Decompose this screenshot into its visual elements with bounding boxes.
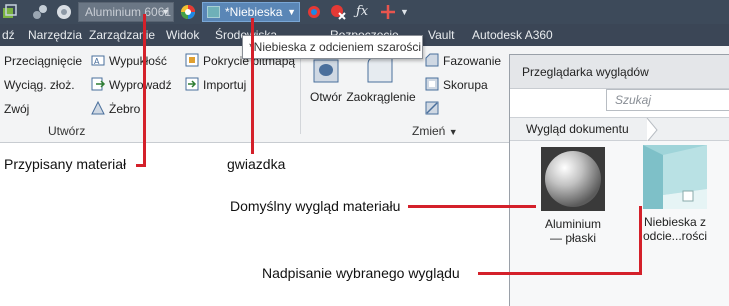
browser-title: Przeglądarka wyglądów [522, 65, 649, 79]
sculpt-icon[interactable] [32, 4, 48, 20]
appearance-swatch-icon [207, 6, 220, 18]
breadcrumb-label: Wygląd dokumentu [526, 122, 629, 136]
appearance-tile-label-line1: Aluminium [544, 217, 601, 231]
appearance-tile-blue[interactable]: Niebieska z odcie...rości [630, 145, 720, 243]
decal-icon [184, 52, 200, 68]
import-button[interactable]: Importuj [184, 76, 246, 92]
fillet-button[interactable]: Zaokrąglenie [346, 54, 416, 104]
globe-icon[interactable] [56, 4, 72, 20]
chevron-down-icon: ▼ [287, 7, 296, 17]
adjust-icon[interactable] [306, 4, 322, 20]
annotation-line-material-vertical [143, 14, 146, 166]
split-icon [424, 100, 440, 116]
chevron-down-icon: ▼ [161, 7, 170, 17]
group-label-modify: Zmień ▼ [412, 124, 458, 138]
annotation-line-asterisk [251, 18, 254, 154]
appearance-browser-panel: Przeglądarka wyglądów Szukaj Wygląd doku… [509, 54, 729, 306]
tab-autodesk-a360[interactable]: Autodesk A360 [472, 28, 553, 42]
svg-text:A: A [94, 57, 100, 66]
appearance-value: *Niebieska [225, 5, 283, 19]
fx-icon[interactable]: ƒx [356, 4, 372, 20]
appearance-tile-label-line2: odcie...rości [642, 229, 708, 243]
tab-view[interactable]: Widok [166, 28, 199, 42]
appearance-thumbnails: Aluminium — płaski Niebieska z odcie...r… [510, 141, 729, 306]
material-dropdown[interactable]: Aluminium 6061 ▼ [78, 2, 174, 22]
customize-icon[interactable]: ▼ [400, 4, 416, 20]
chamfer-button[interactable]: Fazowanie [424, 52, 501, 68]
shell-icon [424, 76, 440, 92]
search-input[interactable]: Szukaj [606, 89, 729, 111]
appearance-tile-label-line2: — płaski [549, 231, 596, 245]
browser-title-bar: Przeglądarka wyglądów [510, 55, 729, 89]
import-label: Importuj [203, 78, 247, 92]
annotation-line-override-horizontal [478, 272, 642, 275]
appearance-tile-aluminium[interactable]: Aluminium — płaski [528, 147, 618, 245]
coil-button[interactable]: Zwój [4, 102, 29, 116]
appearance-tooltip: *Niebieska z odcieniem szarości [242, 35, 423, 59]
appearance-tile-label-line1: Niebieska z [643, 215, 707, 229]
tab-model[interactable]: dź [2, 28, 15, 42]
shell-label: Skorupa [443, 78, 488, 92]
blue-room-preview-icon [643, 145, 707, 209]
hole-button[interactable]: Otwór [306, 54, 346, 104]
annotation-assigned-material: Przypisany materiał [4, 156, 127, 172]
rib-icon [90, 100, 106, 116]
fillet-label: Zaokrąglenie [346, 90, 416, 104]
breadcrumb[interactable]: Wygląd dokumentu [510, 117, 729, 142]
project-icon[interactable] [2, 4, 18, 20]
annotation-line-override-vertical [639, 206, 642, 274]
tab-tools[interactable]: Narzędzia [28, 28, 82, 42]
annotation-asterisk: gwiazdka [227, 156, 286, 172]
emboss-label: Wypukłość [109, 54, 167, 68]
group-label-create: Utwórz [48, 124, 86, 138]
annotation-line-default-appearance [408, 205, 536, 208]
clear-appearance-icon[interactable] [330, 4, 346, 20]
screenshot-root: Aluminium 6061 ▼ *Niebieska ▼ ƒx ▼ dź Na… [0, 0, 729, 306]
coil-label: Zwój [4, 102, 30, 116]
annotation-line-material-horizontal [136, 164, 146, 167]
material-value: Aluminium 6061 [85, 5, 172, 19]
tab-vault[interactable]: Vault [428, 28, 454, 42]
hole-label: Otwór [309, 90, 342, 104]
chamfer-icon [424, 52, 440, 68]
breadcrumb-arrow-icon [646, 118, 658, 142]
quick-access-toolbar: Aluminium 6061 ▼ *Niebieska ▼ ƒx ▼ [0, 0, 729, 24]
chevron-down-icon[interactable]: ▼ [449, 127, 458, 137]
annotation-override: Nadpisanie wybranego wyglądu [262, 265, 460, 281]
split-button[interactable] [424, 100, 443, 116]
ribbon-divider [300, 50, 301, 134]
rib-label: Żebro [109, 102, 141, 116]
rib-button[interactable]: Żebro [90, 100, 140, 116]
hole-icon [306, 54, 346, 90]
shell-button[interactable]: Skorupa [424, 76, 488, 92]
color-wheel-icon[interactable] [180, 4, 196, 20]
derive-label: Wyprowadź [109, 78, 172, 92]
sweep-label: Przeciągnięcie [4, 54, 83, 68]
group-label-modify-text: Zmień [412, 124, 446, 138]
derive-icon [90, 76, 106, 92]
add-icon[interactable] [380, 4, 396, 20]
loft-label: Wyciąg. złoż. [4, 78, 75, 92]
import-icon [184, 76, 200, 92]
emboss-icon: A [90, 52, 106, 68]
fillet-icon [346, 54, 416, 90]
sweep-button[interactable]: Przeciągnięcie [4, 54, 82, 68]
emboss-button[interactable]: A Wypukłość [90, 52, 167, 68]
loft-button[interactable]: Wyciąg. złoż. [4, 78, 75, 92]
derive-button[interactable]: Wyprowadź [90, 76, 172, 92]
aluminium-sphere-icon [541, 147, 605, 211]
annotation-default-appearance: Domyślny wygląd materiału [230, 198, 401, 214]
chamfer-label: Fazowanie [443, 54, 502, 68]
